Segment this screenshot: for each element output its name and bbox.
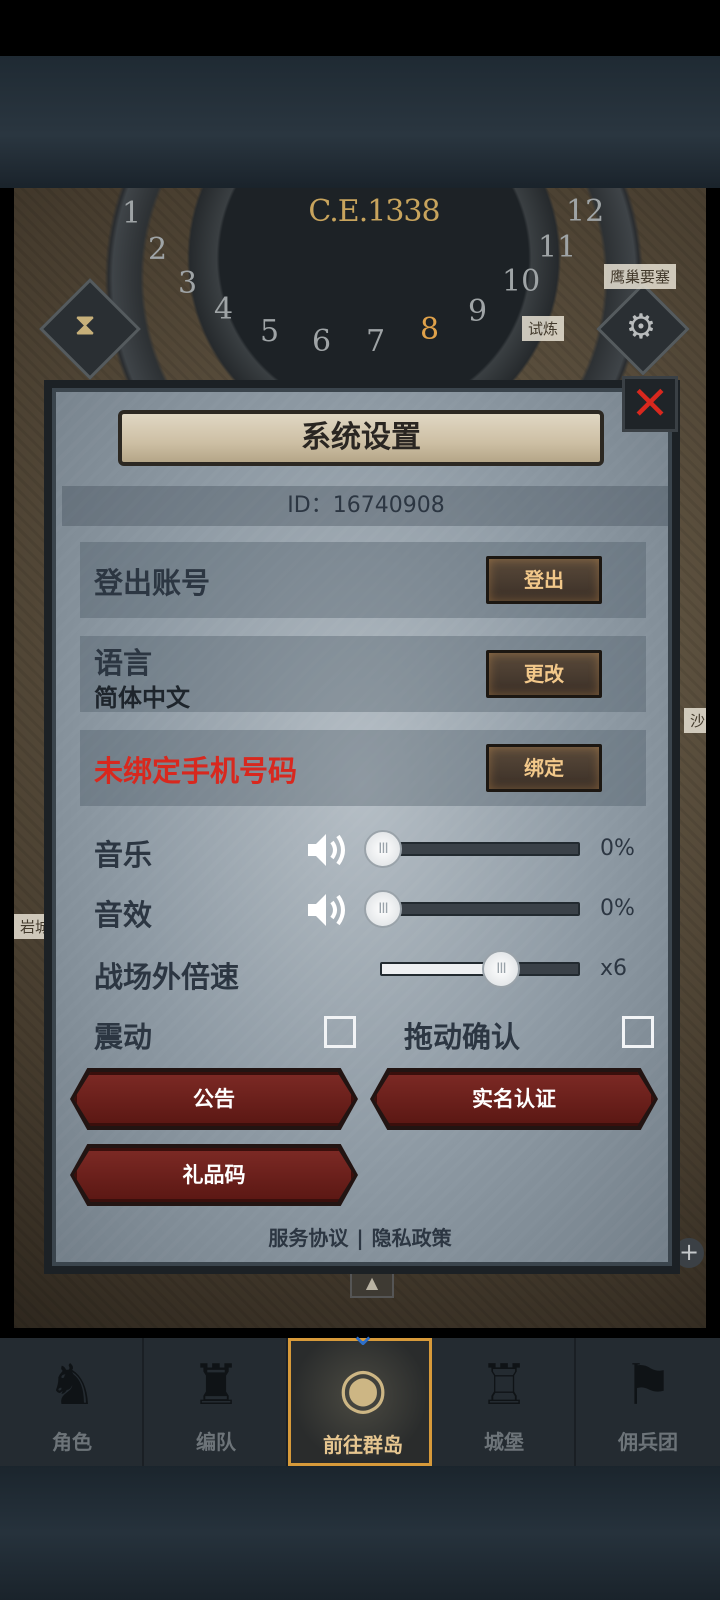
- privacy-policy-link[interactable]: 隐私政策: [372, 1226, 452, 1250]
- nav-item-formation[interactable]: ♜ 编队: [144, 1338, 288, 1466]
- sfx-slider-knob[interactable]: III: [364, 890, 402, 928]
- nav-label: 编队: [196, 1430, 236, 1454]
- player-id: ID：16740908: [62, 486, 670, 526]
- status-bar-area: [0, 0, 720, 56]
- nav-label: 佣兵团: [618, 1430, 678, 1454]
- wheel-number: 1: [122, 196, 142, 231]
- wheel-number: 7: [366, 324, 386, 359]
- vibration-label: 震动: [94, 1020, 153, 1054]
- hourglass-icon: ⧗: [74, 307, 96, 343]
- footer-separator: |: [356, 1226, 364, 1250]
- wheel-number: 3: [178, 266, 198, 301]
- speed-label: 战场外倍速: [94, 960, 240, 994]
- wheel-number: 11: [538, 230, 577, 265]
- speed-slider-knob[interactable]: III: [482, 950, 520, 988]
- nav-label: 前往群岛: [323, 1433, 403, 1457]
- music-value: 0%: [600, 836, 635, 861]
- map-location-label[interactable]: 鹰巢要塞: [604, 264, 677, 289]
- speed-slider-track[interactable]: [380, 962, 580, 976]
- globe-compass-icon: ◉: [338, 1356, 388, 1421]
- map-edge-label: 沙: [684, 708, 706, 733]
- announcement-button[interactable]: 公告: [74, 1072, 354, 1126]
- castle-icon: ♖: [478, 1353, 530, 1418]
- knight-helmet-icon: ♞: [46, 1353, 98, 1418]
- nav-item-character[interactable]: ♞ 角色: [0, 1338, 144, 1466]
- wheel-number: 4: [214, 292, 234, 327]
- chevron-down-icon: ⌄: [348, 1314, 378, 1354]
- nav-item-mercenary[interactable]: ⚑ 佣兵团: [576, 1338, 720, 1466]
- speed-value: x6: [600, 956, 628, 981]
- close-button[interactable]: ✕: [622, 376, 678, 432]
- nav-item-islands[interactable]: ⌄ ◉ 前往群岛: [288, 1317, 432, 1466]
- language-label: 语言: [94, 646, 153, 680]
- logout-label: 登出账号: [94, 566, 211, 600]
- logout-button[interactable]: 登出: [486, 556, 602, 604]
- calendar-year: C.E.1338: [308, 194, 440, 229]
- sfx-value: 0%: [600, 896, 635, 921]
- wheel-number: 2: [148, 232, 168, 267]
- armored-squad-icon: ♜: [190, 1353, 242, 1418]
- language-row: 语言 简体中文 更改: [80, 636, 646, 712]
- wheel-number: 10: [502, 264, 541, 299]
- music-slider-knob[interactable]: III: [364, 830, 402, 868]
- wheel-number-current: 8: [420, 312, 440, 347]
- nav-label: 城堡: [484, 1430, 524, 1454]
- dialog-title: 系统设置: [118, 410, 604, 466]
- map-location-label[interactable]: 试炼: [522, 316, 565, 341]
- bottom-navigation: ♞ 角色 ♜ 编队 ⌄ ◉ 前往群岛 ♖ 城堡 ⚑ 佣兵团: [0, 1317, 720, 1466]
- drag-confirm-checkbox[interactable]: [622, 1016, 654, 1048]
- sfx-slider-track[interactable]: [380, 902, 580, 916]
- service-agreement-link[interactable]: 服务协议: [268, 1226, 348, 1250]
- wheel-number: 5: [260, 314, 280, 349]
- bottom-dark-band: [0, 1466, 720, 1600]
- nav-label: 角色: [52, 1430, 92, 1454]
- gear-icon: ⚙: [625, 307, 657, 348]
- wheel-number: 12: [566, 194, 605, 229]
- wheel-number: 6: [312, 324, 332, 359]
- sfx-speaker-icon[interactable]: [306, 890, 352, 930]
- wheel-number: 9: [468, 294, 488, 329]
- drag-confirm-label: 拖动确认: [404, 1020, 521, 1054]
- nav-item-castle[interactable]: ♖ 城堡: [432, 1338, 576, 1466]
- music-label: 音乐: [94, 838, 153, 872]
- phone-binding-row: 未绑定手机号码 绑定: [80, 730, 646, 806]
- logout-row: 登出账号 登出: [80, 542, 646, 618]
- top-dark-band: [0, 56, 720, 188]
- phone-unbound-warning: 未绑定手机号码: [94, 754, 298, 788]
- bind-phone-button[interactable]: 绑定: [486, 744, 602, 792]
- close-icon: ✕: [630, 376, 670, 430]
- language-value: 简体中文: [94, 684, 190, 712]
- mercenary-banner-icon: ⚑: [622, 1353, 674, 1418]
- real-name-verification-button[interactable]: 实名认证: [374, 1072, 654, 1126]
- change-language-button[interactable]: 更改: [486, 650, 602, 698]
- sfx-label: 音效: [94, 898, 153, 932]
- vibration-checkbox[interactable]: [324, 1016, 356, 1048]
- gift-code-button[interactable]: 礼品码: [74, 1148, 354, 1202]
- music-speaker-icon[interactable]: [306, 830, 352, 870]
- footer-links: 服务协议 | 隐私政策: [0, 1222, 720, 1251]
- music-slider-track[interactable]: [380, 842, 580, 856]
